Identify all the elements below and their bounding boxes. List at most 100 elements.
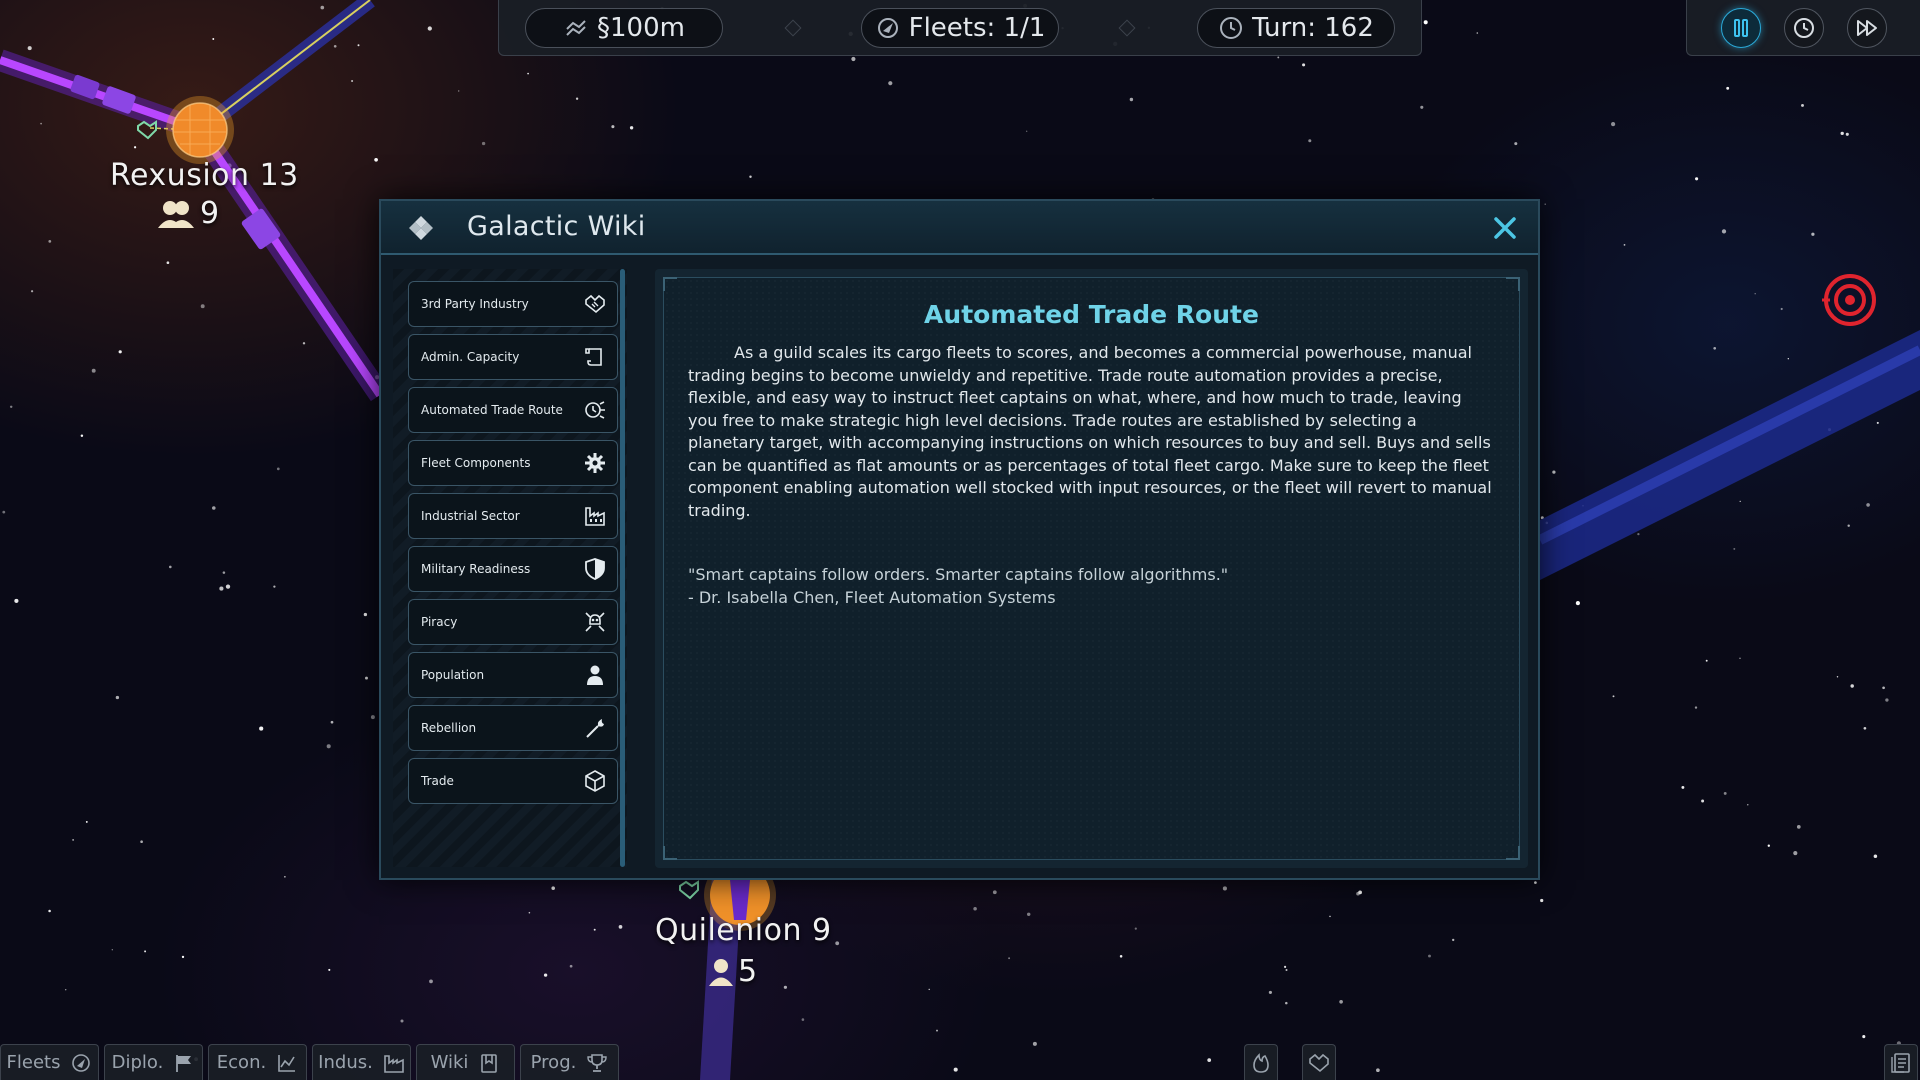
factory-icon (384, 1054, 404, 1073)
topic-label: Admin. Capacity (421, 350, 520, 364)
tab-label: Diplo. (111, 1052, 164, 1073)
article-body: As a guild scales its cargo fleets to sc… (688, 343, 1492, 520)
frame-corner (663, 846, 677, 860)
population-count: 9 (200, 196, 220, 231)
separator (784, 19, 802, 37)
article-quote: "Smart captains follow orders. Smarter c… (688, 564, 1496, 609)
shield-icon (585, 558, 605, 580)
planet-population: 9 (156, 196, 219, 231)
pause-icon (1734, 19, 1748, 37)
credits-display[interactable]: §100m (525, 8, 723, 48)
speed-controls (1686, 0, 1920, 56)
tab-label: Fleets (6, 1052, 61, 1073)
fleet-icon (877, 18, 898, 38)
wiki-topic-trade[interactable]: Trade (408, 758, 618, 804)
scroll-icon (585, 348, 602, 366)
dialog-title: Galactic Wiki (467, 211, 646, 242)
fleets-value: Fleets: 1/1 (908, 13, 1046, 43)
wiki-diamond-icon (409, 216, 433, 240)
planet-rexusion-13[interactable] (166, 96, 234, 164)
tab-industry[interactable]: Indus. (312, 1044, 411, 1080)
automation-icon (585, 401, 605, 419)
separator (1118, 19, 1136, 37)
topic-label: Fleet Components (421, 456, 531, 470)
tab-label: Econ. (216, 1052, 267, 1073)
wiki-topic-rebellion[interactable]: Rebellion (408, 705, 618, 751)
sidebar-scrollbar[interactable] (620, 269, 625, 867)
wiki-topic-piracy[interactable]: Piracy (408, 599, 618, 645)
topic-label: Automated Trade Route (421, 403, 563, 417)
torch-icon (586, 719, 604, 738)
frame-corner (1506, 846, 1520, 860)
book-icon (481, 1053, 498, 1073)
events-button[interactable] (1244, 1044, 1278, 1080)
quote-text: "Smart captains follow orders. Smarter c… (688, 565, 1229, 584)
diplomacy-button[interactable] (1302, 1044, 1336, 1080)
frame-corner (1506, 277, 1520, 291)
tab-progress[interactable]: Prog. (520, 1044, 619, 1080)
fast-forward-icon (1857, 20, 1877, 36)
pause-button[interactable] (1721, 8, 1761, 48)
wiki-topic-population[interactable]: Population (408, 652, 618, 698)
factory-icon (585, 507, 605, 526)
wiki-topic-3rd-party-industry[interactable]: 3rd Party Industry (408, 281, 618, 327)
wiki-topic-list[interactable]: 3rd Party Industry Admin. Capacity Autom… (393, 269, 627, 867)
planet-name[interactable]: Rexusion 13 (110, 158, 299, 193)
topic-label: 3rd Party Industry (421, 297, 529, 311)
quote-author: - Dr. Isabella Chen, Fleet Automation Sy… (688, 587, 1056, 607)
galactic-wiki-dialog: Galactic Wiki 3rd Party Industry Admin. … (379, 199, 1540, 880)
gear-icon (585, 453, 605, 473)
flame-icon (1253, 1052, 1269, 1073)
wiki-topic-automated-trade-route[interactable]: Automated Trade Route (408, 387, 618, 433)
tab-diplomacy[interactable]: Diplo. (104, 1044, 203, 1080)
planet-name[interactable]: Quilenion 9 (655, 913, 832, 948)
article-title: Automated Trade Route (924, 300, 1259, 329)
fleet-icon (72, 1053, 91, 1072)
planet-population: 5 (708, 954, 757, 989)
alliance-marker-icon (679, 880, 699, 900)
wiki-article-panel: Automated Trade Route As a guild scales … (655, 269, 1528, 868)
document-icon (1891, 1052, 1910, 1073)
topic-label: Trade (421, 774, 454, 788)
topic-label: Industrial Sector (421, 509, 520, 523)
tab-economy[interactable]: Econ. (208, 1044, 307, 1080)
fast-forward-button[interactable] (1847, 8, 1887, 48)
resource-bar: §100m Fleets: 1/1 Turn: 162 (498, 0, 1422, 56)
population-icon (158, 200, 194, 228)
handshake-icon (1309, 1053, 1329, 1072)
tab-label: Wiki (430, 1052, 469, 1073)
credits-icon (566, 20, 586, 36)
article-frame: Automated Trade Route As a guild scales … (663, 277, 1520, 860)
credits-value: §100m (597, 13, 685, 43)
topic-label: Military Readiness (421, 562, 531, 576)
fleets-display[interactable]: Fleets: 1/1 (861, 8, 1059, 48)
topic-label: Rebellion (421, 721, 477, 735)
dialog-header: Galactic Wiki (381, 201, 1538, 255)
chart-icon (278, 1054, 296, 1072)
population-count: 5 (738, 954, 758, 989)
frame-corner (663, 277, 677, 291)
log-button[interactable] (1884, 1044, 1918, 1080)
tab-wiki[interactable]: Wiki (416, 1044, 515, 1080)
tab-label: Prog. (530, 1052, 577, 1073)
handshake-icon (585, 294, 605, 314)
hostile-target-icon[interactable] (1822, 274, 1876, 326)
topic-label: Population (421, 668, 485, 682)
wiki-topic-military-readiness[interactable]: Military Readiness (408, 546, 618, 592)
wiki-topic-admin-capacity[interactable]: Admin. Capacity (408, 334, 618, 380)
flag-icon (176, 1054, 192, 1072)
close-button[interactable] (1490, 213, 1520, 243)
clock-icon (1794, 18, 1814, 38)
turn-display[interactable]: Turn: 162 (1197, 8, 1395, 48)
alliance-marker-icon (137, 120, 157, 140)
cargo-box-icon (585, 770, 605, 792)
wiki-topic-industrial-sector[interactable]: Industrial Sector (408, 493, 618, 539)
clock-icon (1220, 17, 1243, 39)
skull-crossbones-icon (585, 612, 605, 632)
normal-speed-button[interactable] (1784, 8, 1824, 48)
trophy-icon (587, 1053, 608, 1072)
tab-fleets[interactable]: Fleets (0, 1044, 99, 1080)
topic-label: Piracy (421, 615, 458, 629)
wiki-topic-fleet-components[interactable]: Fleet Components (408, 440, 618, 486)
tab-label: Indus. (318, 1052, 373, 1073)
